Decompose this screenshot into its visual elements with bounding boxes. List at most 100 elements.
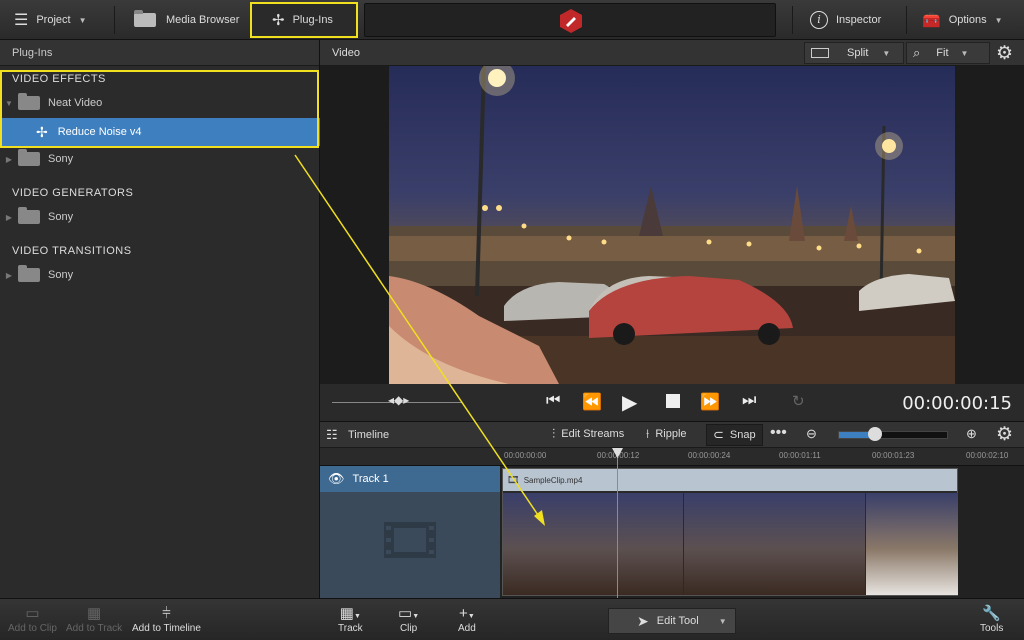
ripple-label: Ripple (655, 428, 687, 440)
plus-icon: +▼ (459, 605, 475, 622)
tree-item-reduce-noise[interactable]: ✢ Reduce Noise v4 (0, 118, 320, 146)
fit-dropdown[interactable]: ⌕ Fit ▼ (906, 42, 990, 64)
hamburger-icon: ☰ (14, 12, 29, 29)
tools-menu-button[interactable]: 🔧 Tools (980, 605, 1003, 634)
folder-icon (134, 10, 156, 27)
section-video-generators: VIDEO GENERATORS (12, 187, 134, 199)
chevron-down-icon: ▼ (78, 15, 87, 25)
media-browser-button[interactable]: Media Browser (134, 0, 239, 40)
snap-label: Snap (729, 429, 756, 441)
status-display (364, 3, 776, 37)
edit-tool-dropdown[interactable]: ➤ Edit Tool ▼ (608, 608, 736, 634)
edit-streams-button[interactable]: ⫶ Edit Streams (552, 426, 624, 442)
tree-item-label: Neat Video (48, 97, 103, 109)
options-menu-button[interactable]: 🧰 Options ▼ (922, 0, 1003, 40)
zoom-slider[interactable] (838, 427, 948, 441)
plugins-button[interactable]: ✢ Plug-Ins (250, 2, 358, 38)
track-name: Track 1 (352, 473, 389, 485)
folder-icon (18, 93, 40, 110)
chevron-down-icon: ▼ (882, 48, 891, 58)
toolbox-icon: 🧰 (922, 12, 941, 29)
step-forward-icon[interactable]: ⏩ (700, 392, 720, 412)
eye-icon[interactable]: 👁 (328, 471, 345, 487)
tree-item-sony-generators[interactable]: ▶ Sony (0, 204, 320, 230)
bottom-toolbar: ▭ Add to Clip ▦ Add to Track ⫩ Add to Ti… (0, 598, 1024, 640)
gear-icon[interactable]: ⚙ (996, 42, 1013, 65)
section-video-effects: VIDEO EFFECTS (12, 73, 106, 85)
tree-item-sony-transitions[interactable]: ▶ Sony (0, 262, 320, 288)
plugins-label: Plug-Ins (292, 14, 333, 26)
app-logo-icon (560, 9, 582, 33)
add-to-timeline-label: Add to Timeline (132, 623, 201, 634)
timeline-ruler[interactable]: 00:00:00:00 00:00:00:12 00:00:00:24 00:0… (320, 448, 1024, 466)
video-preview (320, 66, 1024, 384)
add-to-track-label: Add to Track (66, 623, 123, 634)
night-city-scene (389, 66, 955, 384)
folder-icon (18, 265, 40, 282)
fit-label: Fit (936, 47, 949, 59)
project-menu-button[interactable]: ☰ Project ▼ (14, 0, 87, 40)
edit-tool-label: Edit Tool (656, 615, 699, 627)
clip-label: Clip (399, 623, 418, 634)
clip-name: SampleClip.mp4 (523, 475, 583, 485)
project-label: Project (36, 14, 71, 26)
timeline-settings-icon: ☷ (326, 427, 338, 442)
track-menu-button[interactable]: ▦▼ Track (338, 605, 363, 634)
add-to-track-button[interactable]: ▦ Add to Track (66, 605, 122, 634)
add-to-clip-label: Add to Clip (8, 623, 57, 634)
tools-label: Tools (980, 623, 1004, 634)
zoom-slider-thumb[interactable] (867, 427, 882, 441)
add-to-timeline-icon: ⫩ (162, 605, 171, 622)
inspector-button[interactable]: i Inspector (810, 0, 881, 40)
wrench-icon: 🔧 (982, 605, 1002, 622)
stop-icon[interactable] (666, 394, 680, 408)
clip-thumbnail (684, 493, 865, 595)
film-icon: 🎞 (507, 474, 520, 486)
search-icon: ⌕ (913, 45, 921, 60)
expand-triangle-icon[interactable]: ▼ (0, 99, 18, 108)
chevron-down-icon: ▼ (718, 616, 727, 626)
go-to-start-icon[interactable]: ⏮ (546, 392, 560, 410)
tree-item-sony-effects[interactable]: ▶ Sony (0, 146, 320, 172)
play-icon[interactable]: ▶ (622, 390, 637, 415)
track-title-bar[interactable]: 👁 Track 1 (320, 466, 500, 492)
zoom-in-icon[interactable]: ⊕ (966, 426, 977, 442)
cursor-icon: ➤ (637, 612, 649, 629)
split-view-icon (811, 48, 829, 58)
playhead-line[interactable] (617, 448, 618, 598)
more-icon[interactable]: ••• (770, 424, 787, 442)
media-browser-label: Media Browser (166, 14, 240, 26)
ruler-tick-label: 00:00:01:23 (872, 451, 915, 460)
video-header: Video Split ▼ ⌕ Fit ▼ ⚙ (320, 40, 1024, 66)
clip-thumbnail (503, 493, 683, 595)
expand-triangle-icon[interactable]: ▶ (0, 271, 18, 280)
magnet-icon: ⊂ (713, 427, 724, 442)
gear-icon[interactable]: ⚙ (996, 423, 1013, 446)
edit-streams-label: Edit Streams (561, 428, 625, 440)
add-to-timeline-button[interactable]: ⫩ Add to Timeline (132, 605, 201, 634)
expand-triangle-icon[interactable]: ▶ (0, 213, 18, 222)
shuttle-handle-icon[interactable]: ◂◆▸ (388, 393, 409, 407)
ripple-button[interactable]: ⟊ Ripple (646, 426, 687, 442)
add-menu-button[interactable]: +▼ Add (458, 605, 476, 634)
tree-item-neat-video[interactable]: ▼ Neat Video (0, 90, 320, 116)
snap-button[interactable]: ⊂ Snap (706, 424, 763, 446)
split-dropdown[interactable]: Split ▼ (804, 42, 904, 64)
clip-icon: ▭▼ (398, 605, 420, 622)
zoom-out-icon[interactable]: ⊖ (806, 426, 817, 442)
folder-icon (18, 149, 40, 166)
loop-icon[interactable]: ↻ (792, 392, 805, 410)
edit-streams-icon: ⫶ (552, 426, 556, 441)
track-header[interactable]: 👁 Track 1 (320, 466, 500, 598)
tree-item-label: Sony (48, 211, 74, 223)
add-label: Add (458, 623, 476, 634)
expand-triangle-icon[interactable]: ▶ (0, 155, 18, 164)
video-clip[interactable]: 🎞 SampleClip.mp4 (502, 468, 958, 596)
add-to-clip-button[interactable]: ▭ Add to Clip (8, 605, 57, 634)
go-to-end-icon[interactable]: ⏭ (742, 392, 756, 410)
clip-menu-button[interactable]: ▭▼ Clip (398, 605, 419, 634)
ruler-tick-label: 00:00:00:00 (504, 451, 547, 460)
film-strip-icon (384, 522, 436, 558)
top-toolbar: ☰ Project ▼ Media Browser ✢ Plug-Ins i I… (0, 0, 1024, 40)
step-back-icon[interactable]: ⏪ (582, 392, 602, 412)
